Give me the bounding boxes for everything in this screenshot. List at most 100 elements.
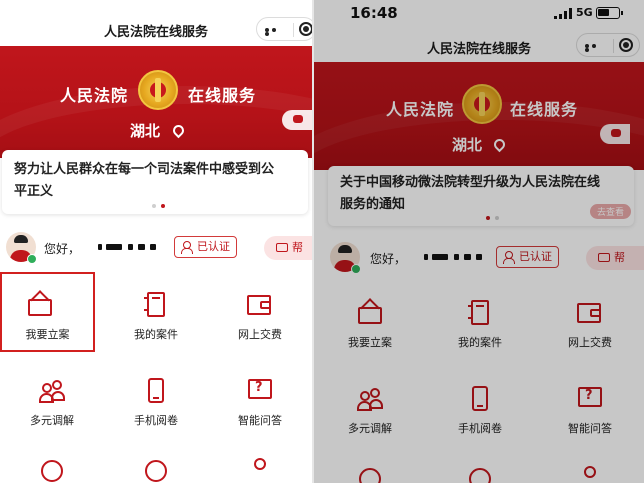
phone-icon [143, 378, 169, 404]
grid-item-label: 我的案件 [134, 328, 178, 341]
grid-item-label: 多元调解 [30, 414, 74, 427]
more-icon[interactable] [585, 44, 605, 52]
grid-item-online-payment[interactable]: 网上交费 [538, 280, 642, 360]
person-icon [502, 251, 515, 264]
notice-line-2: 服务的通知 [340, 197, 406, 212]
user-row: 您好， 已认证 帮 [0, 226, 312, 270]
grid-item-label: 网上交费 [568, 336, 612, 349]
notebook-icon [143, 292, 169, 318]
help-pill[interactable]: 帮 [586, 246, 644, 270]
envelope-icon [357, 298, 383, 326]
grid-item-file-case[interactable]: 我要立案 [0, 272, 95, 352]
user-row: 您好， 已认证 帮 [314, 236, 644, 280]
grid-item-my-cases[interactable]: 我的案件 [428, 280, 532, 360]
view-notice-badge[interactable]: 去查看 [590, 204, 632, 219]
video-icon [276, 243, 288, 252]
grid-item-partial[interactable] [208, 444, 312, 483]
masked-user-name [424, 254, 484, 260]
clock-icon [357, 466, 383, 483]
battery-icon [596, 7, 623, 19]
grid-item-label: 智能问答 [568, 422, 612, 435]
certified-button[interactable]: 已认证 [496, 246, 559, 268]
verified-check-icon [351, 264, 361, 274]
grid-item-partial[interactable] [104, 444, 208, 483]
grid-item-smart-qa[interactable]: ? 智能问答 [208, 358, 312, 438]
national-emblem-icon [462, 84, 502, 124]
phone-icon [467, 386, 493, 412]
grid-item-label: 智能问答 [238, 414, 282, 427]
close-mini-program-icon[interactable] [619, 38, 633, 52]
envelope-icon [27, 290, 53, 318]
grid-item-label: 手机阅卷 [134, 414, 178, 427]
grid-item-label: 网上交费 [238, 328, 282, 341]
person-icon [247, 458, 273, 483]
mini-program-capsule[interactable] [256, 17, 312, 41]
court-banner: 人民法院 在线服务 湖北 [314, 62, 644, 170]
clock-icon [39, 458, 65, 483]
grid-item-label: 我的案件 [458, 336, 502, 349]
masked-user-name [98, 244, 158, 250]
mini-program-capsule[interactable] [576, 33, 640, 57]
notice-line-2: 平正义 [14, 184, 54, 199]
grid-item-file-case[interactable]: 我要立案 [318, 280, 422, 360]
status-bar: 16:48 5G [314, 0, 644, 28]
grid-item-mobile-reading[interactable]: 手机阅卷 [104, 358, 208, 438]
notice-card[interactable]: 努力让人民群众在每一个司法案件中感受到公 平正义 [2, 150, 308, 214]
carousel-indicator [486, 216, 504, 220]
location-pin-icon[interactable] [170, 122, 187, 139]
more-icon[interactable] [265, 28, 285, 36]
signal-icon [554, 8, 572, 19]
brand-left-text: 人民法院 [60, 86, 129, 105]
grid-item-label: 我要立案 [25, 328, 70, 341]
notice-card[interactable]: 关于中国移动微法院转型升级为人民法院在线 服务的通知 去查看 [328, 166, 634, 226]
person-icon [180, 241, 193, 254]
people-icon [39, 378, 65, 404]
grid-item-online-payment[interactable]: 网上交费 [208, 272, 312, 352]
grid-item-partial[interactable] [0, 444, 104, 483]
wallet-icon [577, 300, 603, 326]
carousel-indicator [152, 204, 170, 208]
compass-icon [467, 466, 493, 483]
help-pill[interactable]: 帮 [264, 236, 312, 260]
right-phone-screen: 16:48 5G 人民法院 在线服务 人民法院 在线服务 湖北 关于中国移动微法院… [314, 0, 644, 483]
banner-side-tab[interactable] [282, 110, 312, 130]
grid-item-mediation[interactable]: 多元调解 [318, 366, 422, 446]
notice-line-1: 关于中国移动微法院转型升级为人民法院在线 [340, 175, 601, 190]
court-banner: 人民法院 在线服务 湖北 [0, 46, 312, 158]
province-label[interactable]: 湖北 [130, 120, 160, 141]
grid-item-label: 手机阅卷 [458, 422, 502, 435]
close-mini-program-icon[interactable] [299, 22, 312, 36]
notebook-icon [467, 300, 493, 326]
left-phone-screen: 人民法院在线服务 人民法院 在线服务 湖北 努力让人民群众在每一个司法案件中感受… [0, 0, 312, 483]
banner-side-tab[interactable] [600, 124, 630, 144]
grid-item-mobile-reading[interactable]: 手机阅卷 [428, 366, 532, 446]
brand-right-text: 在线服务 [510, 100, 579, 119]
province-label[interactable]: 湖北 [452, 134, 482, 155]
network-type: 5G [576, 6, 593, 19]
greeting-text: 您好， [44, 242, 81, 256]
grid-item-mediation[interactable]: 多元调解 [0, 358, 104, 438]
grid-item-my-cases[interactable]: 我的案件 [104, 272, 208, 352]
brand-right-text: 在线服务 [188, 86, 257, 105]
grid-item-label: 多元调解 [348, 422, 392, 435]
compass-icon [143, 458, 169, 483]
question-icon: ? [577, 386, 603, 412]
grid-item-partial[interactable] [318, 452, 422, 483]
grid-item-partial[interactable] [538, 452, 642, 483]
grid-item-smart-qa[interactable]: ? 智能问答 [538, 366, 642, 446]
verified-check-icon [27, 254, 37, 264]
brand-left-text: 人民法院 [386, 100, 455, 119]
location-pin-icon[interactable] [491, 136, 508, 153]
question-icon: ? [247, 378, 273, 404]
person-icon [577, 466, 603, 483]
people-icon [357, 386, 383, 412]
status-time: 16:48 [350, 4, 398, 22]
video-icon [598, 253, 610, 262]
grid-item-partial[interactable] [428, 452, 532, 483]
national-emblem-icon [138, 70, 178, 110]
navigation-bar: 人民法院在线服务 [0, 14, 312, 44]
wallet-icon [247, 292, 273, 318]
certified-button[interactable]: 已认证 [174, 236, 237, 258]
greeting-text: 您好， [370, 252, 407, 266]
notice-line-1: 努力让人民群众在每一个司法案件中感受到公 [14, 162, 275, 177]
